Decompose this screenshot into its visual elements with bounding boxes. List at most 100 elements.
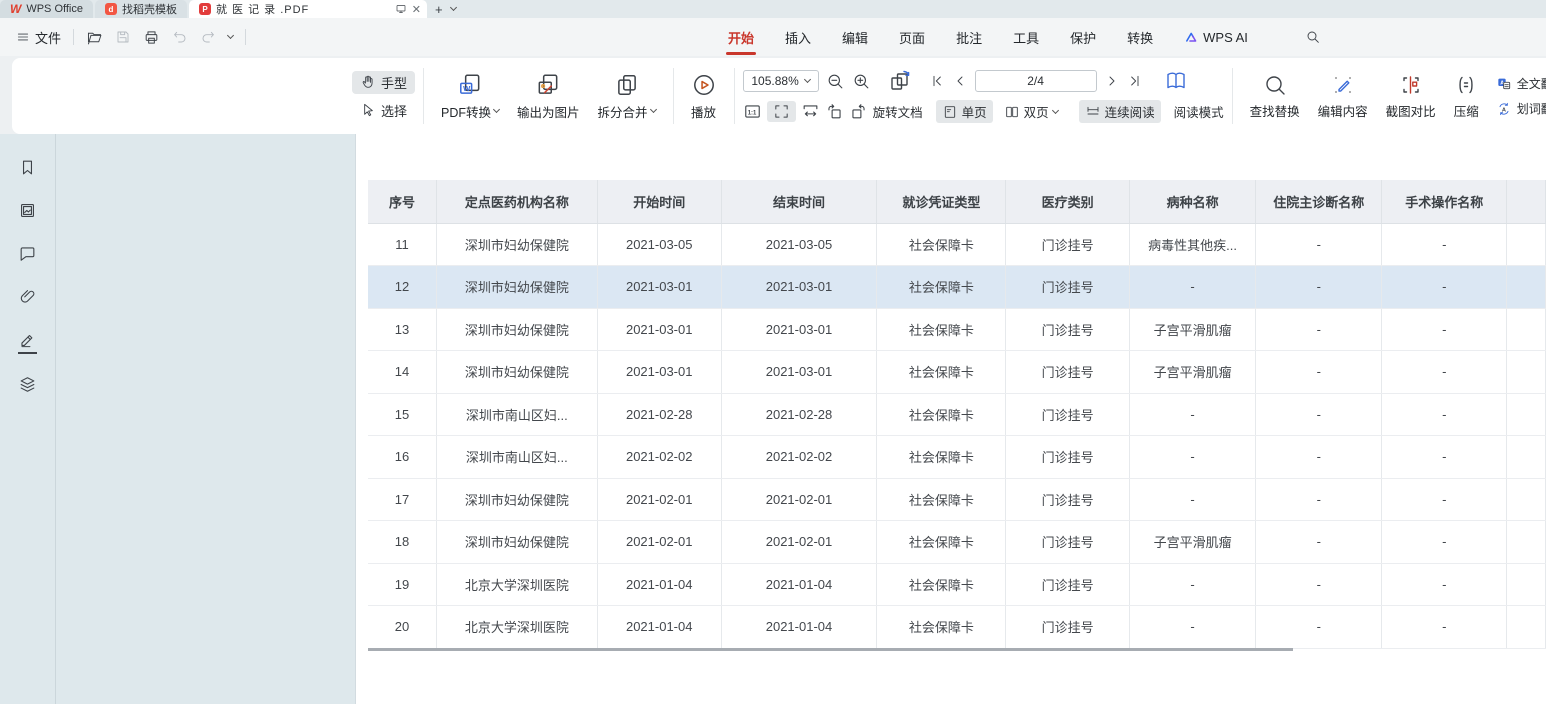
single-page-button[interactable]: 单页 (936, 100, 993, 123)
table-row[interactable]: 14深圳市妇幼保健院2021-03-012021-03-01社会保障卡门诊挂号子… (368, 351, 1546, 394)
signature-icon[interactable] (18, 330, 37, 354)
pdf-page[interactable]: 序号定点医药机构名称开始时间结束时间就诊凭证类型医疗类别病种名称住院主诊断名称手… (356, 134, 1546, 704)
thumbnail-icon[interactable] (18, 201, 37, 223)
full-translate-button[interactable]: A 全文翻译 (1496, 75, 1546, 92)
search-icon[interactable] (1305, 29, 1321, 45)
print-icon[interactable] (143, 29, 160, 46)
tab-protect[interactable]: 保护 (1070, 28, 1096, 47)
table-row[interactable]: 17深圳市妇幼保健院2021-02-012021-02-01社会保障卡门诊挂号-… (368, 478, 1546, 521)
tab-wps-ai[interactable]: WPS AI (1184, 30, 1248, 45)
read-mode-icon[interactable] (1164, 69, 1188, 93)
find-replace-button[interactable]: 查找替换 (1241, 73, 1309, 120)
table-cell: 2021-01-04 (597, 606, 721, 649)
screenshot-compare-button[interactable]: 截图对比 (1377, 73, 1445, 120)
tab-tools[interactable]: 工具 (1013, 28, 1039, 47)
table-row[interactable]: 18深圳市妇幼保健院2021-02-012021-02-01社会保障卡门诊挂号子… (368, 521, 1546, 564)
first-page-icon[interactable] (929, 73, 945, 89)
select-tool-button[interactable]: 选择 (352, 99, 415, 122)
open-file-icon[interactable] (86, 29, 103, 46)
table-cell: 门诊挂号 (1006, 521, 1129, 564)
rotate-right-icon[interactable] (849, 102, 868, 121)
single-page-label: 单页 (962, 102, 987, 121)
table-header-row: 序号定点医药机构名称开始时间结束时间就诊凭证类型医疗类别病种名称住院主诊断名称手… (368, 180, 1546, 223)
hamburger-icon (16, 30, 30, 44)
table-cell: - (1382, 436, 1507, 479)
compress-icon (1454, 73, 1478, 97)
next-page-icon[interactable] (1104, 73, 1120, 89)
table-cell: 子宫平滑肌瘤 (1129, 521, 1256, 564)
table-row[interactable]: 12深圳市妇幼保健院2021-03-012021-03-01社会保障卡门诊挂号-… (368, 266, 1546, 309)
tab-page[interactable]: 页面 (899, 28, 925, 47)
actual-size-icon[interactable]: 1:1 (743, 102, 762, 121)
last-page-icon[interactable] (1127, 73, 1143, 89)
play-button[interactable]: 播放 (682, 72, 726, 121)
tab-docer-templates[interactable]: d 找稻壳模板 (95, 0, 187, 18)
zoom-out-icon[interactable] (826, 72, 845, 91)
table-cell: 2021-02-01 (597, 521, 721, 564)
table-cell: 2021-02-01 (721, 521, 877, 564)
double-page-button[interactable]: 双页 (998, 100, 1064, 123)
file-menu-button[interactable]: 文件 (16, 28, 61, 47)
monitor-icon[interactable] (395, 3, 407, 15)
table-row[interactable]: 20北京大学深圳医院2021-01-042021-01-04社会保障卡门诊挂号-… (368, 606, 1546, 649)
fit-width-icon[interactable] (801, 102, 820, 121)
tab-document-active[interactable]: P 就 医 记 录 .PDF ✕ (189, 0, 427, 18)
table-row[interactable]: 19北京大学深圳医院2021-01-042021-01-04社会保障卡门诊挂号-… (368, 563, 1546, 606)
pdf-convert-button[interactable]: W PDF转换 (432, 72, 508, 121)
table-cell: 深圳市妇幼保健院 (436, 308, 597, 351)
fit-page-button[interactable] (767, 101, 796, 122)
table-cell: 2021-02-01 (597, 478, 721, 521)
hand-tool-label: 手型 (381, 73, 407, 92)
rotate-left-icon[interactable] (825, 102, 844, 121)
previous-page-icon[interactable] (952, 73, 968, 89)
undo-icon[interactable] (172, 29, 188, 45)
rotate-document-label[interactable]: 旋转文档 (873, 102, 923, 121)
new-tab-button[interactable]: + (435, 2, 443, 17)
tab-convert[interactable]: 转换 (1127, 28, 1153, 47)
table-header-cell: 序号 (368, 180, 436, 223)
redo-icon[interactable] (200, 29, 216, 45)
table-cell: - (1382, 478, 1507, 521)
tab-home[interactable]: 开始 (728, 28, 754, 47)
table-cell: 2021-03-01 (721, 308, 877, 351)
export-image-button[interactable]: 输出为图片 (508, 72, 589, 121)
tab-comment[interactable]: 批注 (956, 28, 982, 47)
page-indicator-input[interactable]: 2/4 (975, 70, 1097, 92)
zoom-in-icon[interactable] (852, 72, 871, 91)
table-cell (1507, 606, 1546, 649)
save-icon[interactable] (115, 29, 131, 45)
edit-content-button[interactable]: 编辑内容 (1309, 73, 1377, 120)
table-row[interactable]: 16深圳市南山区妇...2021-02-022021-02-02社会保障卡门诊挂… (368, 436, 1546, 479)
table-cell: 深圳市妇幼保健院 (436, 266, 597, 309)
quick-access-chevron-icon[interactable] (227, 32, 234, 39)
table-header-cell: 住院主诊断名称 (1256, 180, 1382, 223)
tab-wps-office[interactable]: W WPS Office (0, 0, 93, 18)
close-tab-icon[interactable]: ✕ (412, 3, 421, 16)
table-row[interactable]: 11深圳市妇幼保健院2021-03-052021-03-05社会保障卡门诊挂号病… (368, 223, 1546, 266)
tab-edit[interactable]: 编辑 (842, 28, 868, 47)
double-page-icon (1004, 104, 1020, 120)
tab-list-chevron-icon[interactable] (450, 4, 457, 11)
ribbon-tabs: 开始 插入 编辑 页面 批注 工具 保护 转换 WPS AI (728, 18, 1321, 56)
table-cell: - (1256, 393, 1382, 436)
table-row[interactable]: 13深圳市妇幼保健院2021-03-012021-03-01社会保障卡门诊挂号子… (368, 308, 1546, 351)
table-cell: 深圳市妇幼保健院 (436, 351, 597, 394)
table-cell: - (1256, 521, 1382, 564)
attachment-icon[interactable] (18, 287, 37, 309)
rotate-pages-icon[interactable] (888, 69, 912, 93)
bookmark-icon[interactable] (18, 158, 37, 180)
table-row[interactable]: 15深圳市南山区妇...2021-02-282021-02-28社会保障卡门诊挂… (368, 393, 1546, 436)
zoom-level-dropdown[interactable]: 105.88% (743, 70, 819, 92)
split-merge-button[interactable]: 拆分合并 (589, 72, 665, 121)
read-mode-label[interactable]: 阅读模式 (1174, 102, 1224, 121)
hand-tool-button[interactable]: 手型 (352, 71, 415, 94)
compress-button[interactable]: 压缩 (1445, 73, 1488, 120)
layers-icon[interactable] (18, 375, 37, 397)
word-translate-button[interactable]: A 划词翻译 (1496, 100, 1546, 117)
tab-insert[interactable]: 插入 (785, 28, 811, 47)
table-cell (1507, 266, 1546, 309)
navigation-panel[interactable] (56, 134, 356, 704)
continuous-reading-button[interactable]: 连续阅读 (1079, 100, 1161, 123)
table-cell: - (1382, 223, 1507, 266)
comment-icon[interactable] (18, 244, 37, 266)
